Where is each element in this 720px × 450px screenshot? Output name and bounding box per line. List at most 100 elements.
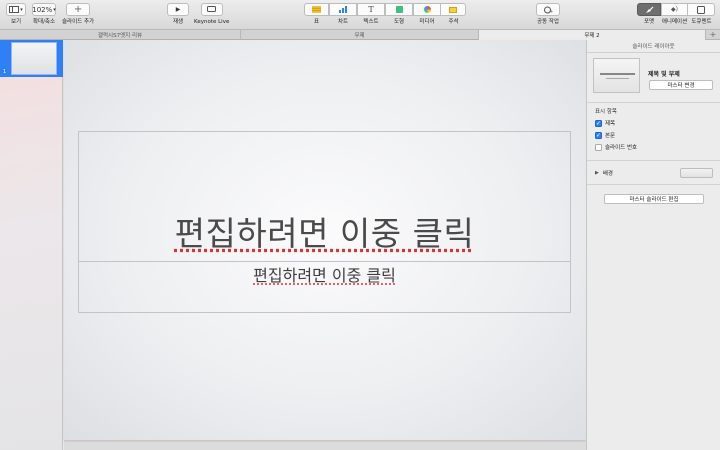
tab-galaxy-review[interactable]: 갤럭시S7엣지 리뷰	[0, 30, 241, 40]
comment-button[interactable]	[441, 3, 466, 16]
table-label: 표	[313, 19, 320, 25]
play-icon: ▶	[175, 6, 181, 13]
zoom-label: 확대/축소	[32, 19, 56, 25]
title-placeholder[interactable]: 편집하려면 이중 클릭	[78, 131, 571, 262]
document-icon	[697, 5, 705, 14]
chart-icon	[338, 6, 347, 13]
play-control[interactable]: ▶ 재생	[167, 3, 189, 25]
media-button[interactable]	[413, 3, 441, 16]
animate-icon: ◆)	[671, 6, 678, 13]
svg-text:+: +	[549, 9, 553, 14]
change-master-button[interactable]: 마스터 변경	[649, 80, 713, 90]
slide-layout-row: 제목 및 부제 마스터 변경	[593, 58, 715, 98]
edit-master-slide-button[interactable]: 마스터 슬라이드 편집	[604, 194, 704, 204]
add-slide-button[interactable]: +	[66, 3, 91, 16]
tab-untitled-2[interactable]: 무제 2	[479, 30, 706, 40]
background-row[interactable]: ▶ 배경	[595, 167, 713, 179]
layout-thumb-body-line	[606, 78, 629, 79]
zoom-control[interactable]: 102% ▾ 확대/축소	[32, 3, 56, 25]
inspector-header: 슬라이드 레이아웃	[587, 40, 720, 53]
tab-label: 무제	[354, 33, 365, 39]
shape-label: 도형	[393, 19, 405, 25]
insert-group: T 표 차트 텍스트 도형 미디어 주석	[304, 3, 466, 25]
format-label: 포맷	[643, 19, 655, 25]
document-button[interactable]	[688, 3, 715, 16]
slide-number-option[interactable]: 슬라이드 번호	[595, 143, 637, 151]
comment-label: 주석	[448, 19, 459, 25]
media-icon	[423, 6, 431, 13]
chart-label: 차트	[337, 19, 349, 25]
layout-name: 제목 및 부제	[648, 71, 680, 78]
slide-number-option-label: 슬라이드 번호	[605, 145, 638, 151]
layout-thumbnail[interactable]	[593, 58, 640, 93]
inspector-title: 슬라이드 레이아웃	[632, 44, 675, 50]
appearance-title: 표시 항목	[595, 109, 617, 115]
shape-icon	[395, 6, 403, 13]
document-label: 도큐멘트	[691, 19, 712, 25]
plus-icon: +	[709, 30, 717, 39]
chevron-down-icon: ▾	[53, 6, 56, 13]
title-option-label: 제목	[605, 121, 616, 127]
slide-number: 1	[3, 69, 7, 75]
toolbar: ▾ 보기 102% ▾ 확대/축소 + 슬라이드 추가 ▶ 재생 Keynote…	[0, 0, 720, 30]
tab-label: 갤럭시S7엣지 리뷰	[97, 33, 143, 39]
play-button[interactable]: ▶	[167, 3, 189, 16]
title-placeholder-text: 편집하려면 이중 클릭	[174, 214, 475, 253]
body-option[interactable]: ✓ 본문	[595, 131, 615, 139]
table-icon	[312, 6, 321, 13]
format-inspector: 슬라이드 레이아웃 제목 및 부제 마스터 변경 표시 항목 ✓ 제목 ✓ 본문…	[586, 40, 720, 450]
display-icon	[207, 6, 217, 12]
animate-button[interactable]: ◆)	[661, 3, 688, 16]
keynote-live-control[interactable]: Keynote Live	[194, 3, 229, 25]
animate-label: 애니메이션	[661, 19, 688, 25]
slide-canvas: 편집하려면 이중 클릭 편집하려면 이중 클릭	[64, 40, 586, 450]
shape-button[interactable]	[385, 3, 413, 16]
slide-thumbnail-selected[interactable]: 1	[0, 40, 63, 77]
slide-thumbnail[interactable]	[11, 42, 57, 75]
media-label: 미디어	[419, 19, 435, 25]
text-label: 텍스트	[363, 19, 379, 25]
slide[interactable]: 편집하려면 이중 클릭 편집하려면 이중 클릭	[64, 40, 586, 440]
title-checkbox[interactable]: ✓	[595, 119, 602, 127]
table-button[interactable]	[304, 3, 329, 16]
zoom-dropdown[interactable]: 102% ▾	[32, 3, 56, 16]
view-label: 보기	[10, 19, 22, 25]
slide-number-checkbox[interactable]	[595, 143, 602, 151]
text-button[interactable]: T	[357, 3, 385, 16]
tab-bar: 갤럭시S7엣지 리뷰 무제 무제 2 +	[0, 30, 720, 40]
body-placeholder-text: 편집하려면 이중 클릭	[253, 266, 396, 285]
collaborate-button[interactable]: +	[536, 3, 560, 16]
divider	[587, 102, 720, 103]
divider	[587, 160, 720, 161]
paintbrush-icon	[645, 6, 653, 13]
collaborate-icon: +	[543, 6, 553, 14]
background-label: 배경	[602, 171, 613, 177]
format-button[interactable]	[637, 3, 661, 16]
collaborate-label: 공동 작업	[537, 19, 559, 25]
divider	[587, 184, 720, 185]
view-control[interactable]: ▾ 보기	[6, 3, 26, 25]
title-option[interactable]: ✓ 제목	[595, 119, 615, 127]
keynote-live-label: Keynote Live	[194, 19, 230, 25]
plus-icon: +	[73, 3, 83, 15]
add-slide-label: 슬라이드 추가	[62, 19, 95, 25]
play-label: 재생	[172, 19, 184, 25]
layout-thumb-title-line	[600, 73, 635, 75]
new-tab-button[interactable]: +	[706, 30, 720, 39]
background-fill-well[interactable]	[680, 168, 713, 178]
text-icon: T	[368, 5, 374, 14]
add-slide-control[interactable]: + 슬라이드 추가	[62, 3, 94, 25]
body-placeholder[interactable]: 편집하려면 이중 클릭	[78, 262, 571, 313]
view-icon[interactable]: ▾	[6, 3, 26, 16]
collaborate-control[interactable]: + 공동 작업	[536, 3, 560, 25]
tab-label: 무제 2	[584, 33, 600, 39]
disclosure-triangle-icon[interactable]: ▶	[595, 170, 599, 176]
keynote-live-button[interactable]	[200, 3, 223, 16]
body-checkbox[interactable]: ✓	[595, 131, 602, 139]
comment-icon	[449, 6, 457, 13]
zoom-value: 102%	[32, 5, 53, 14]
slide-navigator: 1	[0, 40, 63, 450]
inspector-group: ◆) 포맷 애니메이션 도큐멘트	[637, 3, 715, 25]
chart-button[interactable]	[329, 3, 357, 16]
tab-untitled[interactable]: 무제	[241, 30, 479, 40]
